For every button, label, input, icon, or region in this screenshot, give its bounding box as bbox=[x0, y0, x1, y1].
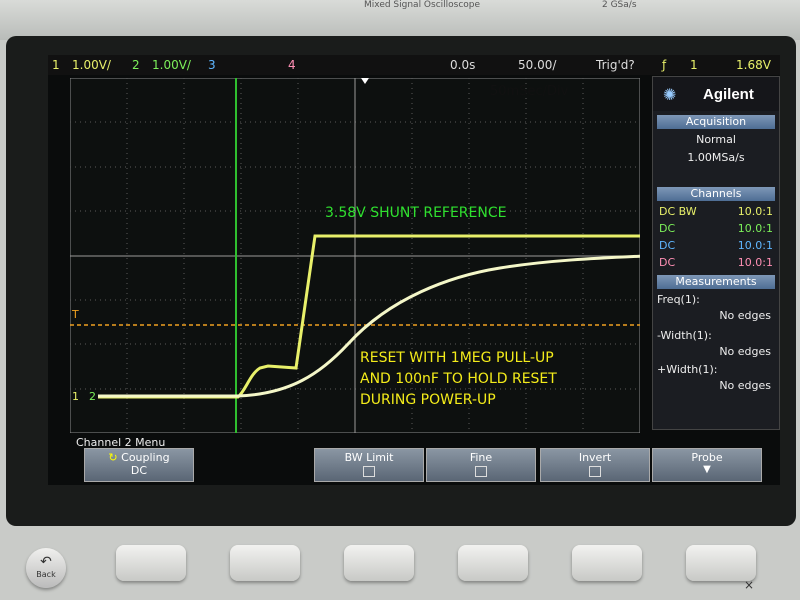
coupling-label: Coupling bbox=[121, 451, 170, 464]
measurement-name: -Width(1): bbox=[657, 329, 712, 342]
down-arrow-icon: ▼ bbox=[703, 464, 711, 475]
time-div-annotation: 50mSec/Div bbox=[490, 84, 569, 99]
ch2-indicator[interactable]: 2 bbox=[132, 58, 140, 72]
softkey-hardware-button[interactable] bbox=[230, 545, 300, 581]
measurement-item[interactable]: Freq(1): No edges bbox=[657, 293, 775, 327]
close-icon: × bbox=[744, 578, 755, 592]
reset-annotation-line1: RESET WITH 1MEG PULL-UP bbox=[360, 350, 554, 366]
trigger-edge-icon: ƒ bbox=[662, 58, 667, 72]
ch12-ground-marker: 1 bbox=[72, 390, 79, 403]
trigger-state: Trig'd? bbox=[596, 58, 635, 72]
trigger-level: 1.68V bbox=[736, 58, 771, 72]
top-sample-rate: 2 GSa/s bbox=[602, 0, 637, 10]
softkey-hardware-button[interactable] bbox=[572, 545, 642, 581]
back-button[interactable]: ↶ Back bbox=[26, 548, 66, 588]
ch3-indicator[interactable]: 3 bbox=[208, 58, 216, 72]
channel-probe: 10.0:1 bbox=[737, 205, 773, 218]
measurement-item[interactable]: -Width(1): No edges bbox=[657, 329, 775, 363]
channel-coupling: DC bbox=[659, 239, 676, 252]
ch2-scale: 1.00V/ bbox=[152, 58, 191, 72]
measurement-name: Freq(1): bbox=[657, 293, 700, 306]
measurement-name: +Width(1): bbox=[657, 363, 718, 376]
coupling-softkey[interactable]: ↻ Coupling DC bbox=[84, 448, 194, 482]
measurement-value: No edges bbox=[719, 345, 771, 358]
coupling-value: DC bbox=[130, 464, 148, 477]
agilent-spark-icon: ✺ bbox=[663, 85, 677, 104]
rotate-arrow-icon: ↻ bbox=[108, 451, 118, 464]
measurement-value: No edges bbox=[719, 309, 771, 322]
reset-annotation-line2: AND 100nF TO HOLD RESET bbox=[360, 371, 557, 387]
trigger-channel: 1 bbox=[690, 58, 698, 72]
channel-probe: 10.0:1 bbox=[737, 222, 773, 235]
bw-limit-softkey[interactable]: BW Limit bbox=[314, 448, 424, 482]
measurements-header: Measurements bbox=[657, 275, 775, 289]
invert-checkbox[interactable] bbox=[589, 466, 601, 477]
ch2-ground-marker: 2 bbox=[89, 390, 96, 403]
softkey-hardware-button[interactable] bbox=[458, 545, 528, 581]
ch1-scale: 1.00V/ bbox=[72, 58, 111, 72]
fine-label: Fine bbox=[469, 451, 493, 464]
bw-limit-checkbox[interactable] bbox=[363, 466, 375, 477]
waveform-grid: T 1 2 50mSec/Div 3.58V SHUNT REFERENCE R… bbox=[70, 78, 640, 433]
channel-coupling: DC bbox=[659, 256, 676, 269]
shunt-annotation: 3.58V SHUNT REFERENCE bbox=[325, 205, 506, 221]
back-label: Back bbox=[36, 570, 56, 579]
channel-coupling: DC BW bbox=[659, 205, 697, 218]
fine-softkey[interactable]: Fine bbox=[426, 448, 536, 482]
status-bar: 1 1.00V/ 2 1.00V/ 3 4 0.0s 50.00/ Trig'd… bbox=[48, 55, 780, 75]
acquisition-header: Acquisition bbox=[657, 115, 775, 129]
ch4-indicator[interactable]: 4 bbox=[288, 58, 296, 72]
fine-checkbox[interactable] bbox=[475, 466, 487, 477]
scope-bezel-top: Mixed Signal Oscilloscope 2 GSa/s bbox=[0, 0, 800, 40]
trigger-level-marker: T bbox=[71, 308, 79, 321]
model-label: Mixed Signal Oscilloscope bbox=[364, 0, 481, 10]
softkey-hardware-button[interactable] bbox=[344, 545, 414, 581]
measurement-value: No edges bbox=[719, 379, 771, 392]
time-delay: 0.0s bbox=[450, 58, 476, 72]
channel-probe: 10.0:1 bbox=[737, 239, 773, 252]
brand-strip: Mixed Signal Oscilloscope 2 GSa/s bbox=[0, 0, 800, 14]
channels-header: Channels bbox=[657, 187, 775, 201]
softkey-bar: ↻ Coupling DC BW Limit Fine Invert Probe… bbox=[74, 448, 762, 486]
softkey-hardware-button[interactable] bbox=[116, 545, 186, 581]
invert-label: Invert bbox=[578, 451, 612, 464]
acquisition-mode: Normal bbox=[696, 133, 736, 146]
logo-text: Agilent bbox=[703, 86, 754, 103]
time-scale: 50.00/ bbox=[518, 58, 557, 72]
channel-probe: 10.0:1 bbox=[737, 256, 773, 269]
acquisition-rate: 1.00MSa/s bbox=[687, 151, 745, 164]
measurement-item[interactable]: +Width(1): No edges bbox=[657, 363, 775, 397]
probe-softkey[interactable]: Probe ▼ bbox=[652, 448, 762, 482]
reset-annotation-line3: DURING POWER-UP bbox=[360, 392, 496, 408]
bw-limit-label: BW Limit bbox=[344, 451, 394, 464]
invert-softkey[interactable]: Invert bbox=[540, 448, 650, 482]
softkey-hardware-button[interactable] bbox=[686, 545, 756, 581]
probe-label: Probe bbox=[691, 451, 723, 464]
channel-coupling: DC bbox=[659, 222, 676, 235]
agilent-logo: ✺ Agilent bbox=[653, 77, 779, 111]
back-arrow-icon: ↶ bbox=[40, 554, 52, 570]
ch1-indicator[interactable]: 1 bbox=[52, 58, 60, 72]
info-panel: ✺ Agilent Acquisition Normal 1.00MSa/s C… bbox=[652, 76, 780, 430]
